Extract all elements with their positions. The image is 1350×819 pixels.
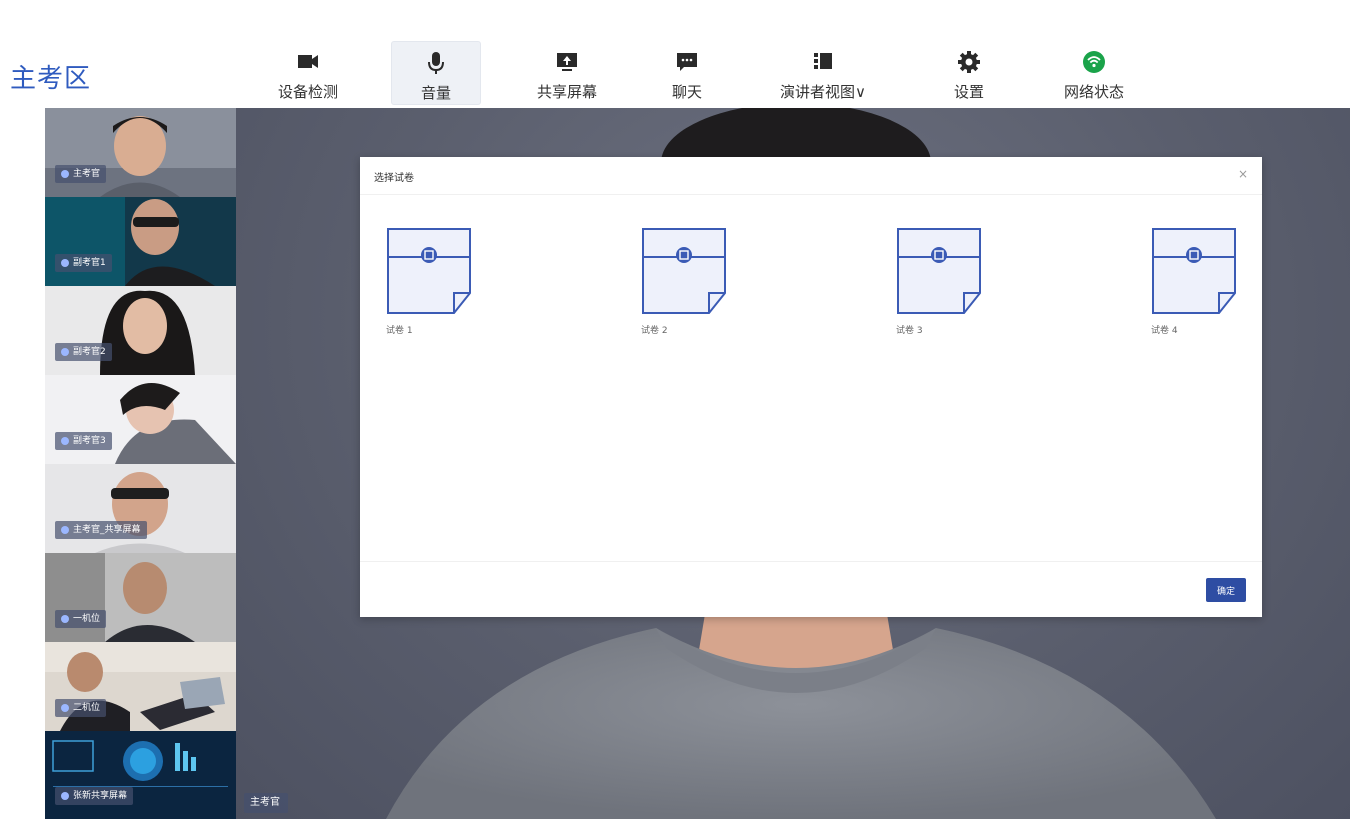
participant-tile[interactable]: 张新共享屏幕 bbox=[45, 731, 236, 819]
participant-video bbox=[45, 375, 236, 464]
paper-option[interactable]: 试卷 4 bbox=[1151, 227, 1241, 336]
participant-name: 副考官3 bbox=[73, 436, 106, 446]
close-icon[interactable]: × bbox=[1238, 167, 1248, 181]
paper-label: 试卷 3 bbox=[896, 326, 923, 336]
participant-tile[interactable]: 二机位 bbox=[45, 642, 236, 731]
participant-name-tag: 主考官_共享屏幕 bbox=[55, 521, 147, 539]
participant-name: 主考官 bbox=[73, 169, 101, 179]
participant-name-tag: 副考官2 bbox=[55, 343, 112, 361]
participant-video bbox=[45, 553, 236, 642]
participant-name: 副考官2 bbox=[73, 347, 106, 357]
participant-video bbox=[45, 197, 236, 286]
room-title: 主考区 bbox=[10, 64, 92, 94]
participant-video bbox=[45, 108, 236, 197]
sealed-envelope-icon bbox=[642, 228, 726, 314]
participant-tile[interactable]: 副考官2 bbox=[45, 286, 236, 375]
volume-button[interactable]: 音量 bbox=[391, 41, 481, 105]
sealed-envelope-icon bbox=[387, 228, 471, 314]
participant-video bbox=[45, 731, 236, 819]
speaker-view-icon bbox=[814, 53, 832, 69]
device-check-button[interactable]: 设备检测 bbox=[263, 41, 353, 105]
device-check-label: 设备检测 bbox=[277, 83, 338, 101]
chat-button[interactable]: 聊天 bbox=[642, 41, 732, 105]
user-icon bbox=[61, 526, 69, 534]
select-paper-dialog: 选择试卷 × 试卷 1 试卷 2 试卷 3 试卷 4 确定 bbox=[360, 157, 1262, 617]
participant-name: 主考官_共享屏幕 bbox=[73, 525, 141, 535]
participant-tile[interactable]: 副考官3 bbox=[45, 375, 236, 464]
paper-label: 试卷 4 bbox=[1151, 326, 1178, 336]
participant-name-tag: 一机位 bbox=[55, 610, 107, 628]
dialog-footer: 确定 bbox=[360, 561, 1262, 617]
paper-option[interactable]: 试卷 2 bbox=[641, 227, 731, 336]
participant-name: 一机位 bbox=[73, 614, 101, 624]
user-icon bbox=[61, 615, 69, 623]
sealed-envelope-icon bbox=[897, 228, 981, 314]
participant-name-tag: 张新共享屏幕 bbox=[55, 787, 134, 805]
network-status-label: 网络状态 bbox=[1063, 83, 1124, 101]
exam-meeting-window: 主考区 设备检测 音量 共享屏幕 聊天 演讲者视图∨ 设置 网络状态 主考官 主… bbox=[0, 0, 1350, 819]
user-icon bbox=[61, 170, 69, 178]
share-screen-button[interactable]: 共享屏幕 bbox=[522, 41, 612, 105]
settings-label: 设置 bbox=[953, 83, 984, 101]
participant-tile[interactable]: 主考官 bbox=[45, 108, 236, 197]
chat-icon bbox=[677, 53, 697, 71]
participant-video bbox=[45, 464, 236, 553]
participant-tile[interactable]: 一机位 bbox=[45, 553, 236, 642]
gear-icon bbox=[958, 51, 980, 73]
paper-label: 试卷 2 bbox=[641, 326, 668, 336]
participant-name-tag: 副考官1 bbox=[55, 254, 112, 272]
share-screen-icon bbox=[557, 53, 577, 71]
share-screen-label: 共享屏幕 bbox=[536, 83, 597, 101]
user-icon bbox=[61, 348, 69, 356]
participant-name-tag: 主考官 bbox=[55, 165, 107, 183]
user-icon bbox=[61, 437, 69, 445]
dialog-title: 选择试卷 bbox=[374, 173, 414, 184]
paper-label: 试卷 1 bbox=[386, 326, 413, 336]
speaker-label: 主考官 bbox=[250, 797, 280, 808]
participant-name: 副考官1 bbox=[73, 258, 106, 268]
participant-name: 张新共享屏幕 bbox=[73, 791, 128, 801]
settings-button[interactable]: 设置 bbox=[924, 41, 1014, 105]
user-icon bbox=[61, 792, 69, 800]
volume-label: 音量 bbox=[420, 84, 451, 102]
sealed-envelope-icon bbox=[1152, 228, 1236, 314]
participant-list: 主考官 副考官1 副考官2 副考官3 主考官_共享屏幕 一机位 二机位 张新共享… bbox=[45, 108, 236, 819]
user-icon bbox=[61, 704, 69, 712]
participant-name-tag: 副考官3 bbox=[55, 432, 112, 450]
chat-label: 聊天 bbox=[671, 83, 702, 101]
participant-name-tag: 二机位 bbox=[55, 699, 107, 717]
microphone-icon bbox=[428, 52, 444, 74]
camera-icon bbox=[298, 55, 318, 68]
participant-name: 二机位 bbox=[73, 703, 101, 713]
participant-video bbox=[45, 286, 236, 375]
wifi-icon bbox=[1083, 51, 1105, 73]
speaker-view-button[interactable]: 演讲者视图∨ bbox=[768, 41, 878, 105]
network-status-button[interactable]: 网络状态 bbox=[1049, 41, 1139, 105]
dialog-header: 选择试卷 × bbox=[360, 157, 1262, 195]
top-toolbar: 主考区 设备检测 音量 共享屏幕 聊天 演讲者视图∨ 设置 网络状态 bbox=[0, 0, 1350, 108]
participant-tile[interactable]: 副考官1 bbox=[45, 197, 236, 286]
confirm-button[interactable]: 确定 bbox=[1206, 578, 1246, 602]
participant-tile[interactable]: 主考官_共享屏幕 bbox=[45, 464, 236, 553]
paper-option[interactable]: 试卷 1 bbox=[386, 227, 476, 336]
participant-video bbox=[45, 642, 236, 731]
paper-option[interactable]: 试卷 3 bbox=[896, 227, 986, 336]
user-icon bbox=[61, 259, 69, 267]
speaker-view-label: 演讲者视图∨ bbox=[780, 83, 866, 101]
stage-speaker-tag: 主考官 bbox=[244, 793, 288, 813]
